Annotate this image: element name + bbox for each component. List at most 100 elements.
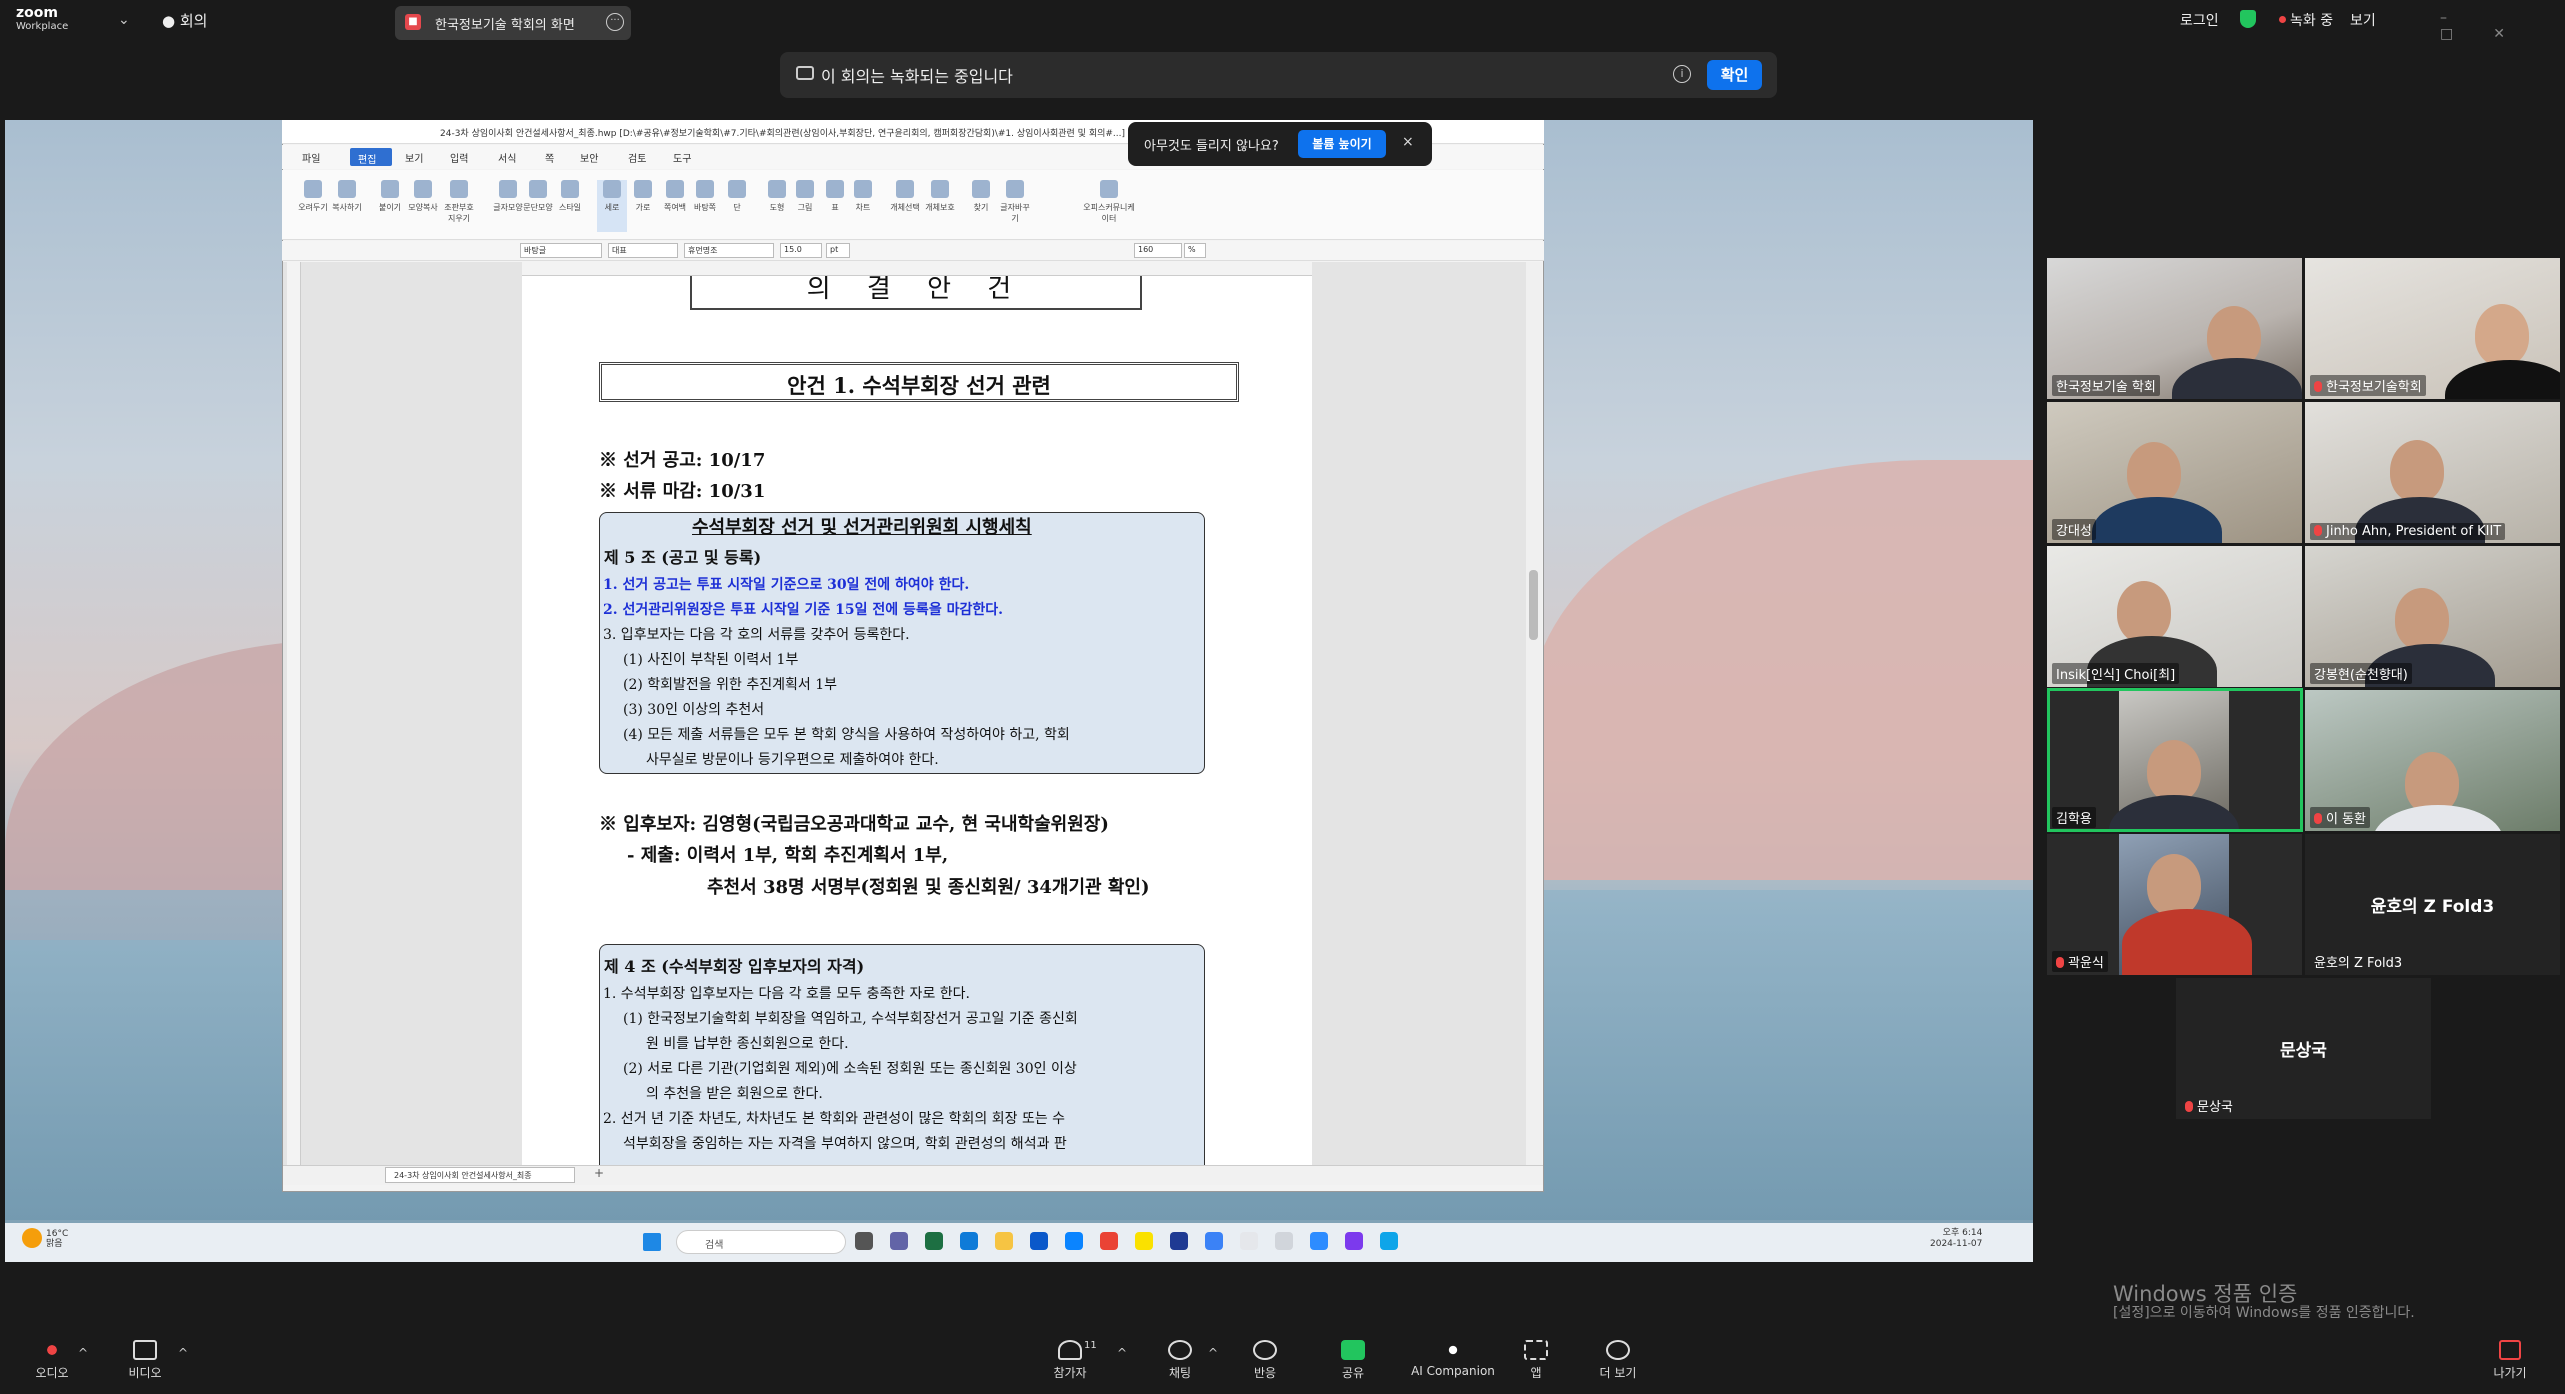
chat-options-chevron-icon[interactable]: ^: [1208, 1346, 1218, 1360]
teams-icon[interactable]: [890, 1232, 908, 1250]
menu-review[interactable]: 검토: [628, 150, 646, 165]
video-button[interactable]: 비디오: [105, 1340, 185, 1381]
task-view-icon[interactable]: [855, 1232, 873, 1250]
font-size-input[interactable]: 15.0: [780, 243, 822, 258]
chrome-icon[interactable]: [1100, 1232, 1118, 1250]
ribbon-cut[interactable]: 오려두기: [298, 180, 328, 232]
document-page[interactable]: 의 결 안 건 안건 1. 수석부회장 선거 관련 ※ 선거 공고: 10/17…: [522, 276, 1312, 1165]
ribbon-style[interactable]: 스타일: [555, 180, 585, 232]
video-tile[interactable]: Jinho Ahn, President of KIIT: [2305, 402, 2560, 543]
excel-icon[interactable]: [925, 1232, 943, 1250]
hwp-taskbar-icon[interactable]: [1345, 1232, 1363, 1250]
app-icon[interactable]: [1275, 1232, 1293, 1250]
windows-start-icon[interactable]: [643, 1233, 661, 1251]
ribbon-horizontal[interactable]: 가로: [628, 180, 658, 232]
weather-text[interactable]: 16°C 맑음: [46, 1229, 68, 1249]
react-button[interactable]: 반응: [1225, 1340, 1305, 1381]
menu-format[interactable]: 서식: [498, 150, 516, 165]
ribbon-replace[interactable]: 글자바꾸기: [1000, 180, 1030, 232]
video-tile[interactable]: 한국정보기술 학회: [2047, 258, 2302, 399]
lang-select[interactable]: 대표: [608, 243, 678, 258]
folder-icon[interactable]: [995, 1232, 1013, 1250]
store-icon[interactable]: [1030, 1232, 1048, 1250]
document-tab[interactable]: 24-3차 상임이사회 안건설세사항서_최종: [385, 1167, 575, 1183]
share-tab[interactable]: 한국정보기술 학회의 화면: [395, 6, 631, 40]
ribbon-picture[interactable]: 그림: [790, 180, 820, 232]
ribbon-paste[interactable]: 붙이기: [375, 180, 405, 232]
app-icon[interactable]: [1205, 1232, 1223, 1250]
menu-insert[interactable]: 입력: [450, 150, 468, 165]
ribbon-margin[interactable]: 쪽여백: [660, 180, 690, 232]
ribbon-master[interactable]: 바탕쪽: [690, 180, 720, 232]
scrollbar-thumb[interactable]: [1529, 570, 1538, 640]
recording-indicator[interactable]: 녹화 중: [2290, 10, 2333, 30]
app-icon[interactable]: [1380, 1232, 1398, 1250]
zoom-logo[interactable]: zoom Workplace: [16, 6, 68, 34]
zoom-taskbar-icon[interactable]: [1310, 1232, 1328, 1250]
meeting-menu[interactable]: ● 회의: [162, 10, 207, 31]
ribbon-vertical[interactable]: 세로: [597, 180, 627, 232]
more-button[interactable]: 더 보기: [1578, 1340, 1658, 1381]
audio-options-chevron-icon[interactable]: ^: [78, 1346, 88, 1360]
volume-up-button[interactable]: 볼륨 높이기: [1298, 130, 1386, 158]
font-unit-select[interactable]: pt: [826, 243, 850, 258]
security-shield-icon[interactable]: [2240, 10, 2256, 28]
confirm-button[interactable]: 확인: [1707, 60, 1762, 90]
taskbar-search[interactable]: 검색: [676, 1230, 846, 1254]
taskbar-clock[interactable]: 오후 6:14 2024-11-07: [1930, 1228, 1982, 1250]
ribbon-copy[interactable]: 복사하기: [332, 180, 362, 232]
ribbon-shape[interactable]: 도형: [762, 180, 792, 232]
zoom-input[interactable]: 160: [1134, 243, 1182, 258]
mail-icon[interactable]: [1065, 1232, 1083, 1250]
video-options-chevron-icon[interactable]: ^: [178, 1346, 188, 1360]
ribbon-office[interactable]: 오피스커뮤니케이터: [1080, 180, 1138, 232]
font-select[interactable]: 휴먼명조: [684, 243, 774, 258]
participants-button[interactable]: 참가자: [1030, 1340, 1110, 1381]
info-icon[interactable]: i: [1673, 65, 1691, 83]
app-icon[interactable]: [1170, 1232, 1188, 1250]
app-icon[interactable]: [1240, 1232, 1258, 1250]
video-tile[interactable]: 문상국 문상국: [2176, 978, 2431, 1119]
menu-tools[interactable]: 도구: [673, 150, 691, 165]
vertical-scrollbar[interactable]: [1526, 262, 1542, 1165]
share-button[interactable]: 공유: [1313, 1340, 1393, 1381]
ribbon-table[interactable]: 표: [820, 180, 850, 232]
video-tile[interactable]: 강봉현(순천향대): [2305, 546, 2560, 687]
ribbon-format-copy[interactable]: 모양복사: [408, 180, 438, 232]
ribbon-para[interactable]: 문단모양: [523, 180, 553, 232]
add-sheet-button[interactable]: +: [594, 1166, 604, 1180]
chevron-down-icon[interactable]: ⌄: [118, 12, 130, 28]
menu-view[interactable]: 보기: [405, 150, 423, 165]
menu-page[interactable]: 쪽: [545, 150, 554, 165]
kakaotalk-icon[interactable]: [1135, 1232, 1153, 1250]
weather-icon[interactable]: [22, 1228, 42, 1248]
ribbon-clear[interactable]: 조판부호지우기: [444, 180, 474, 232]
video-tile[interactable]: 곽윤식: [2047, 834, 2302, 975]
video-tile[interactable]: Insik[인식] Choi[최]: [2047, 546, 2302, 687]
menu-file[interactable]: 파일: [302, 150, 320, 165]
video-tile[interactable]: 한국정보기술학회: [2305, 258, 2560, 399]
ribbon-column[interactable]: 단: [722, 180, 752, 232]
menu-edit[interactable]: 편집: [350, 148, 392, 166]
view-menu[interactable]: 보기: [2350, 10, 2376, 30]
leave-button[interactable]: 나가기: [2480, 1340, 2540, 1381]
edge-icon[interactable]: [960, 1232, 978, 1250]
apps-button[interactable]: 앱: [1496, 1340, 1576, 1381]
login-link[interactable]: 로그인: [2180, 10, 2219, 30]
ai-companion-button[interactable]: AI Companion: [1408, 1340, 1498, 1378]
window-controls[interactable]: –□✕: [2440, 10, 2565, 42]
video-tile[interactable]: 윤호의 Z Fold3 윤호의 Z Fold3: [2305, 834, 2560, 975]
participants-options-chevron-icon[interactable]: ^: [1117, 1346, 1127, 1360]
ribbon-chart[interactable]: 차트: [848, 180, 878, 232]
ribbon-char[interactable]: 글자모양: [493, 180, 523, 232]
close-icon[interactable]: ×: [1402, 134, 1414, 150]
ribbon-obj-select[interactable]: 개체선택: [890, 180, 920, 232]
video-tile[interactable]: 강대성: [2047, 402, 2302, 543]
video-tile[interactable]: 이 동환: [2305, 690, 2560, 831]
style-select[interactable]: 바탕글: [520, 243, 602, 258]
zoom-unit[interactable]: %: [1184, 243, 1206, 258]
menu-security[interactable]: 보안: [580, 150, 598, 165]
more-options-icon[interactable]: ···: [606, 13, 624, 31]
ribbon-find[interactable]: 찾기: [966, 180, 996, 232]
ribbon-obj-protect[interactable]: 개체보호: [925, 180, 955, 232]
